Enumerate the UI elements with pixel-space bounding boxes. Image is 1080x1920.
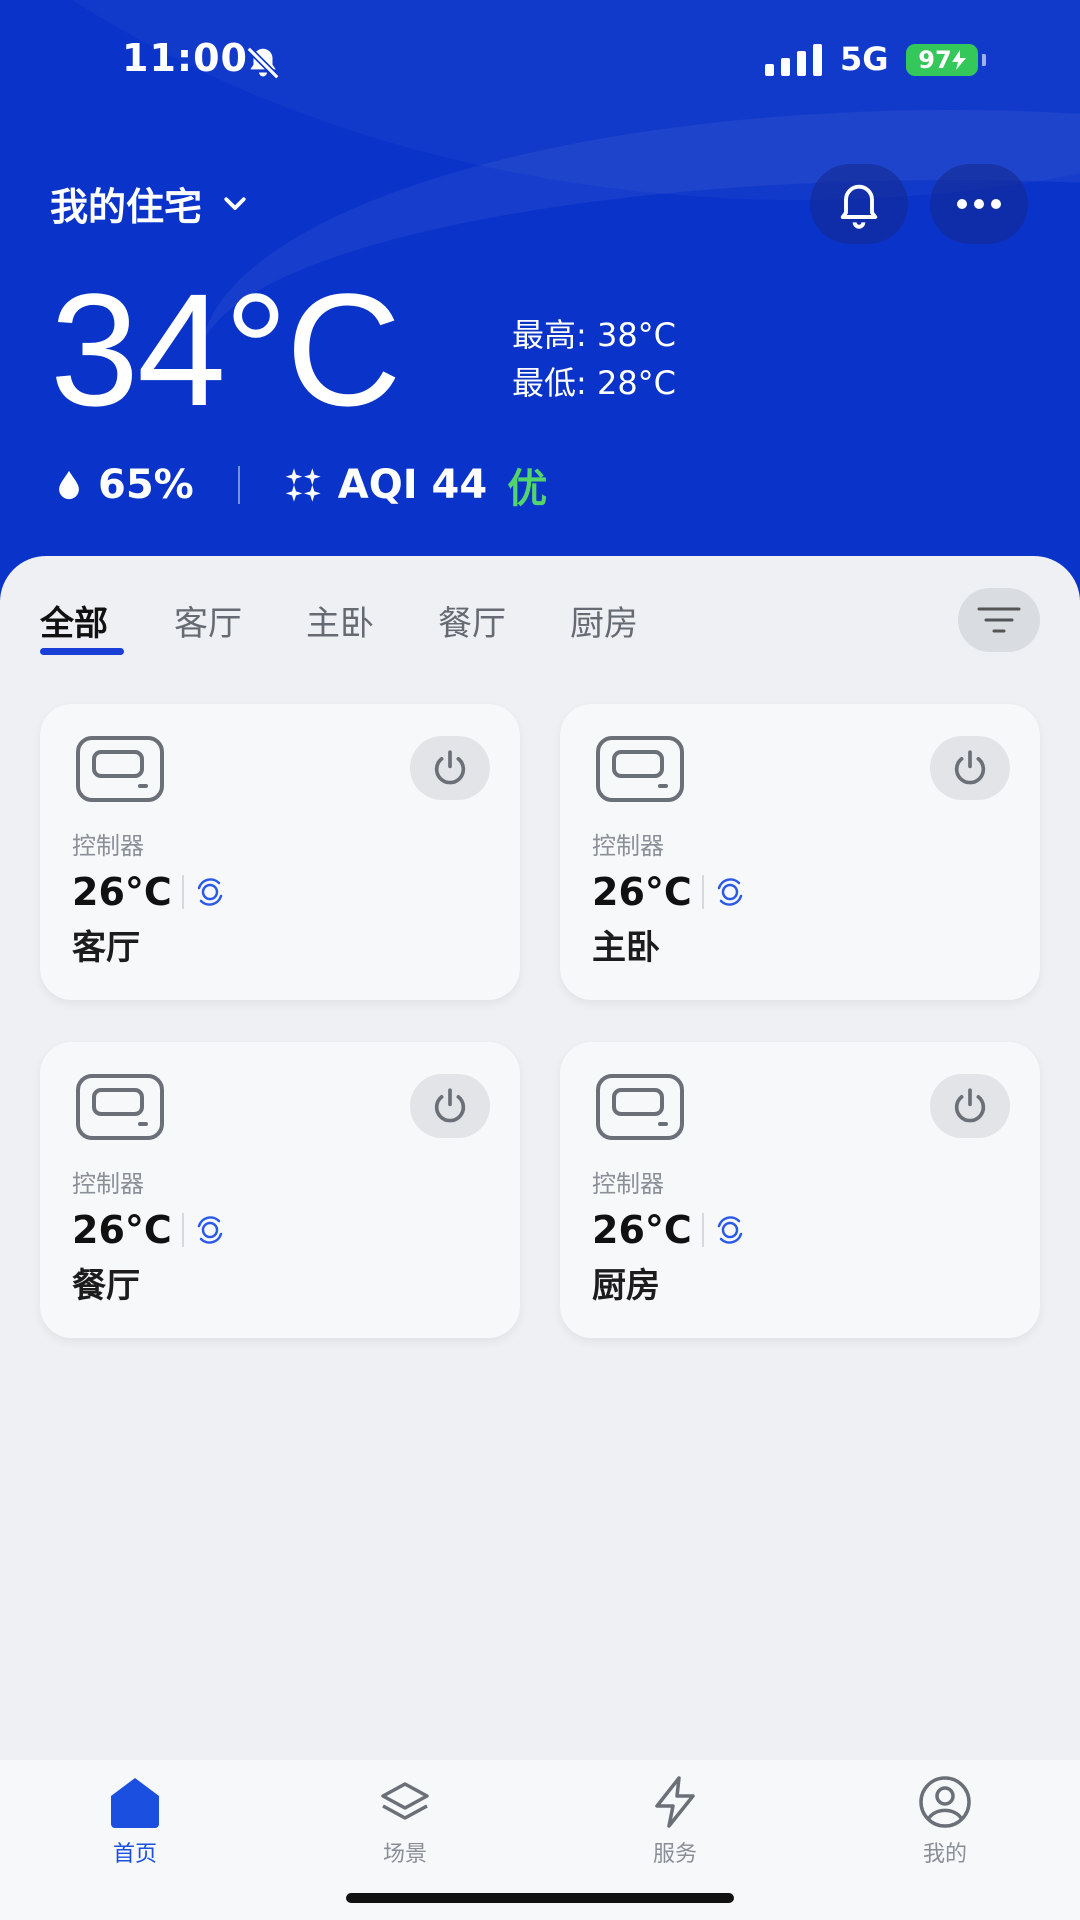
nav-profile-label: 我的	[922, 1842, 967, 1867]
more-options-button[interactable]	[930, 164, 1028, 244]
active-tab-indicator	[40, 648, 124, 655]
device-room: 客厅	[72, 928, 140, 968]
device-temperature: 26°C	[592, 870, 692, 914]
charging-icon	[951, 50, 966, 70]
room-tabs: 全部 客厅 主卧 餐厅 厨房	[0, 556, 1080, 666]
humidity-value: 65%	[98, 462, 194, 508]
high-temperature: 最高: 38°C	[512, 316, 677, 354]
device-temperature: 26°C	[592, 1208, 692, 1252]
home-indicator	[346, 1893, 734, 1903]
nav-scenes[interactable]: 场景	[335, 1774, 475, 1874]
tab-living-room[interactable]: 客厅	[174, 596, 242, 645]
nav-services-label: 服务	[652, 1842, 697, 1867]
tab-kitchen[interactable]: 厨房	[570, 596, 638, 645]
bell-icon	[840, 184, 878, 229]
chevron-down-icon	[224, 197, 246, 210]
home-icon	[111, 1778, 159, 1828]
device-type: 控制器	[72, 1170, 144, 1198]
device-temperature: 26°C	[72, 870, 172, 914]
user-icon	[919, 1776, 971, 1828]
tab-master-bedroom[interactable]: 主卧	[306, 596, 374, 645]
silent-mode-icon	[246, 46, 280, 80]
nav-profile[interactable]: 我的	[875, 1774, 1015, 1874]
power-icon	[434, 750, 466, 785]
layers-icon	[381, 1782, 429, 1820]
controller-icon	[76, 736, 164, 802]
power-button[interactable]	[930, 1074, 1010, 1138]
sparkle-icon	[285, 468, 321, 502]
nav-home[interactable]: 首页	[65, 1774, 205, 1874]
device-panel: 全部 客厅 主卧 餐厅 厨房 控制器 26°C 客厅 控制器 26°C 主卧 控…	[0, 556, 1080, 1760]
home-selector[interactable]: 我的住宅	[50, 178, 250, 229]
filter-icon	[977, 607, 1021, 633]
lightning-icon	[655, 1776, 695, 1828]
battery-level: 97	[918, 46, 952, 74]
aqi-rating: 优	[507, 466, 548, 512]
device-card[interactable]: 控制器 26°C 厨房	[560, 1042, 1040, 1338]
tab-all[interactable]: 全部	[40, 596, 108, 645]
power-button[interactable]	[410, 736, 490, 800]
device-room: 餐厅	[72, 1266, 140, 1306]
device-type: 控制器	[72, 832, 144, 860]
auto-mode-icon	[717, 878, 743, 906]
power-icon	[954, 750, 986, 785]
auto-mode-icon	[197, 1216, 223, 1244]
environment-row: 65% AQI 44 优	[52, 460, 547, 512]
device-card[interactable]: 控制器 26°C 客厅	[40, 704, 520, 1000]
humidity-drop-icon	[59, 470, 79, 500]
power-icon	[954, 1088, 986, 1123]
controller-icon	[596, 1074, 684, 1140]
nav-scenes-label: 场景	[382, 1842, 427, 1867]
notifications-button[interactable]	[810, 164, 908, 244]
nav-home-label: 首页	[112, 1842, 157, 1867]
battery-indicator: 97	[906, 44, 978, 76]
status-time: 11:00	[122, 36, 248, 80]
network-type: 5G	[840, 40, 889, 78]
auto-mode-icon	[717, 1216, 743, 1244]
filter-button[interactable]	[958, 588, 1040, 652]
home-name: 我的住宅	[50, 184, 203, 229]
nav-services[interactable]: 服务	[605, 1774, 745, 1874]
power-icon	[434, 1088, 466, 1123]
power-button[interactable]	[410, 1074, 490, 1138]
device-type: 控制器	[592, 1170, 664, 1198]
more-dots-icon	[957, 199, 1001, 209]
device-room: 主卧	[592, 928, 660, 968]
controller-icon	[76, 1074, 164, 1140]
auto-mode-icon	[197, 878, 223, 906]
device-room: 厨房	[592, 1266, 660, 1306]
current-temperature: 34°C	[50, 260, 401, 439]
device-card[interactable]: 控制器 26°C 餐厅	[40, 1042, 520, 1338]
aqi-value: AQI 44	[337, 462, 488, 508]
controller-icon	[596, 736, 684, 802]
signal-icon	[765, 44, 822, 76]
low-temperature: 最低: 28°C	[512, 364, 677, 402]
device-temperature: 26°C	[72, 1208, 172, 1252]
device-type: 控制器	[592, 832, 664, 860]
device-card[interactable]: 控制器 26°C 主卧	[560, 704, 1040, 1000]
power-button[interactable]	[930, 736, 1010, 800]
tab-dining-room[interactable]: 餐厅	[438, 596, 506, 645]
weather-header: 11:00 5G 97 我的住宅 34°C 最高: 38°C 最低: 28°C …	[0, 0, 1080, 600]
status-bar: 11:00 5G 97	[0, 0, 1080, 120]
